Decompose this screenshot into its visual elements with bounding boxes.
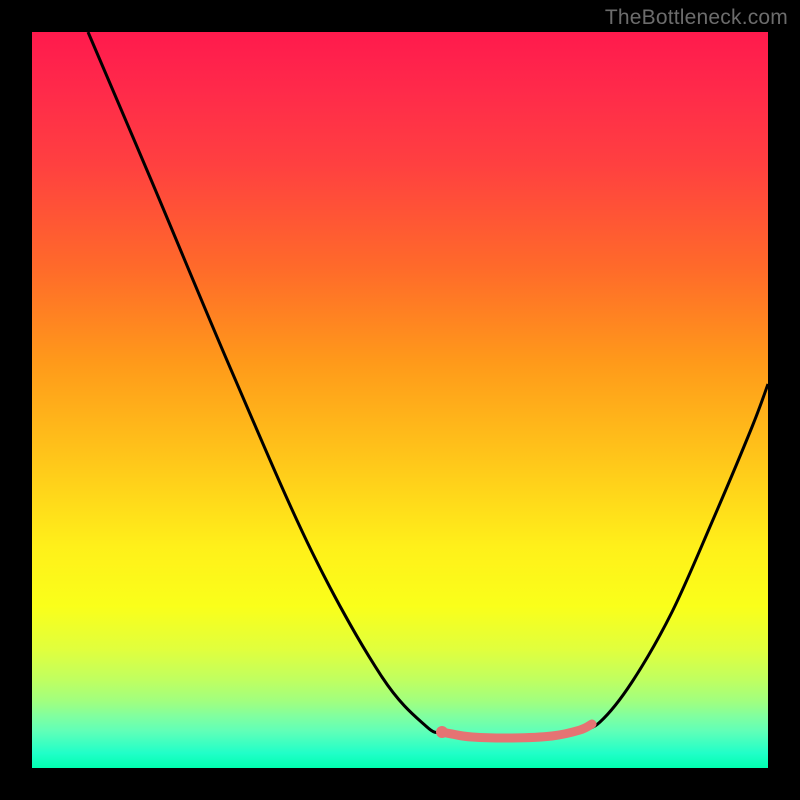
curve-path	[88, 32, 768, 738]
highlight-path	[442, 724, 592, 738]
plot-area	[32, 32, 768, 768]
chart-frame: TheBottleneck.com	[0, 0, 800, 800]
chart-svg	[32, 32, 768, 768]
start-dot	[436, 726, 448, 738]
source-label: TheBottleneck.com	[605, 6, 788, 30]
